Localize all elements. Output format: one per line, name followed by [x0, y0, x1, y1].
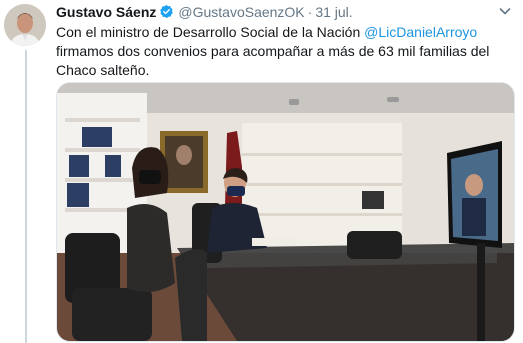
mention-link[interactable]: @LicDanielArroyo	[364, 24, 477, 40]
avatar[interactable]	[4, 4, 46, 46]
verified-badge-icon	[159, 4, 174, 19]
tweet-photo[interactable]	[56, 82, 515, 342]
author-handle[interactable]: @GustavoSaenzOK	[178, 4, 304, 20]
author-name[interactable]: Gustavo Sáenz	[56, 4, 156, 20]
tweet-text-part2: firmamos dos convenios para acompañar a …	[56, 43, 490, 78]
tweet-header: Gustavo Sáenz @GustavoSaenzOK · 31 jul.	[56, 3, 496, 21]
tweet-date[interactable]: 31 jul.	[315, 4, 352, 20]
tweet-text: Con el ministro de Desarrollo Social de …	[56, 23, 512, 80]
chevron-down-icon[interactable]	[497, 3, 513, 19]
separator: ·	[307, 4, 313, 20]
tweet-text-part1: Con el ministro de Desarrollo Social de …	[56, 24, 365, 40]
thread-line	[25, 50, 27, 343]
